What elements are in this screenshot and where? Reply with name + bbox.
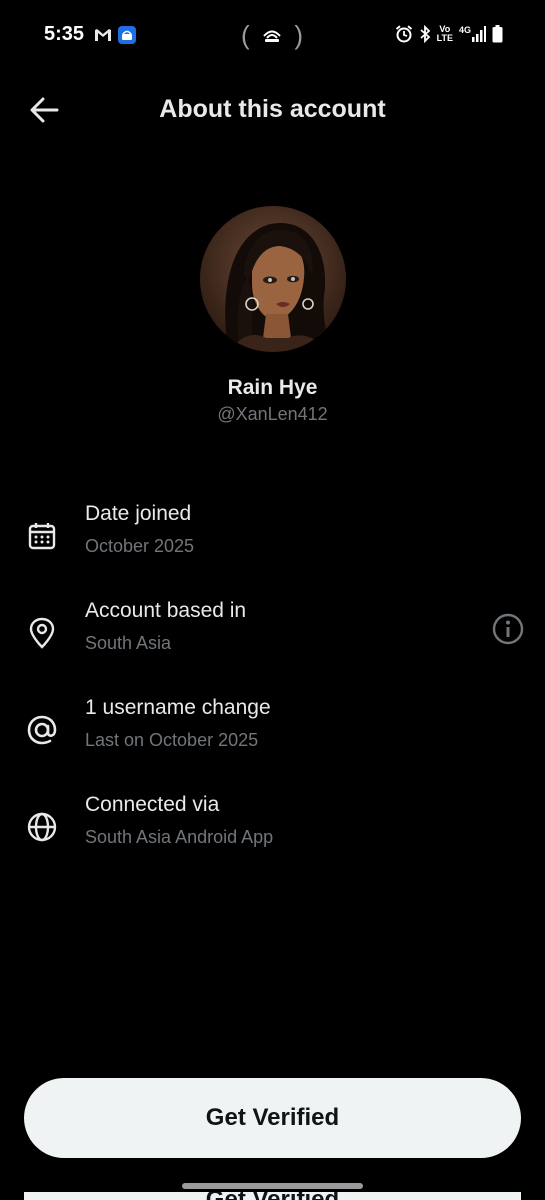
info-row-account-based-in: Account based in South Asia (0, 599, 545, 669)
username-handle: @XanLen412 (217, 404, 328, 424)
hotspot-indicator: ( ) (241, 19, 303, 50)
info-button[interactable] (491, 612, 525, 646)
info-value: October 2025 (85, 536, 195, 556)
info-row-connected-via: Connected via South Asia Android App (0, 793, 545, 863)
app-notification-icon (118, 26, 136, 44)
home-indicator[interactable] (182, 1183, 363, 1189)
status-bar: 5:35 ( ) Vo LTE 4G (0, 0, 545, 70)
location-pin-icon (24, 615, 60, 651)
globe-icon (24, 809, 60, 845)
info-icon (492, 613, 524, 645)
info-label: Account based in (85, 599, 247, 622)
display-name: Rain Hye (227, 376, 318, 399)
info-row-date-joined: Date joined October 2025 (0, 502, 545, 572)
volte-icon: Vo LTE (436, 24, 453, 43)
info-value: Last on October 2025 (85, 730, 259, 750)
gmail-icon (95, 29, 111, 41)
info-label: 1 username change (85, 696, 271, 719)
battery-icon (492, 25, 503, 43)
calendar-icon (24, 518, 60, 554)
get-verified-button[interactable]: Get Verified (24, 1078, 521, 1158)
signal-4g-icon: 4G (459, 26, 486, 42)
avatar[interactable] (200, 206, 346, 352)
hotspot-icon (263, 30, 281, 42)
info-label: Date joined (85, 502, 192, 525)
info-value: South Asia Android App (85, 827, 274, 847)
status-time: 5:35 (44, 23, 85, 45)
bluetooth-icon (420, 25, 430, 43)
info-row-username-change: 1 username change Last on October 2025 (0, 696, 545, 766)
info-label: Connected via (85, 793, 220, 816)
page-title: About this account (159, 95, 386, 123)
at-sign-icon (24, 712, 60, 748)
alarm-icon (395, 25, 412, 43)
info-value: South Asia (85, 633, 172, 653)
get-verified-ghost: Get Verified (24, 1192, 521, 1200)
avatar-image (200, 206, 346, 352)
about-account-screen: 5:35 ( ) Vo LTE 4G About this account Ra… (0, 0, 545, 1200)
top-app-bar: About this account (0, 80, 545, 140)
